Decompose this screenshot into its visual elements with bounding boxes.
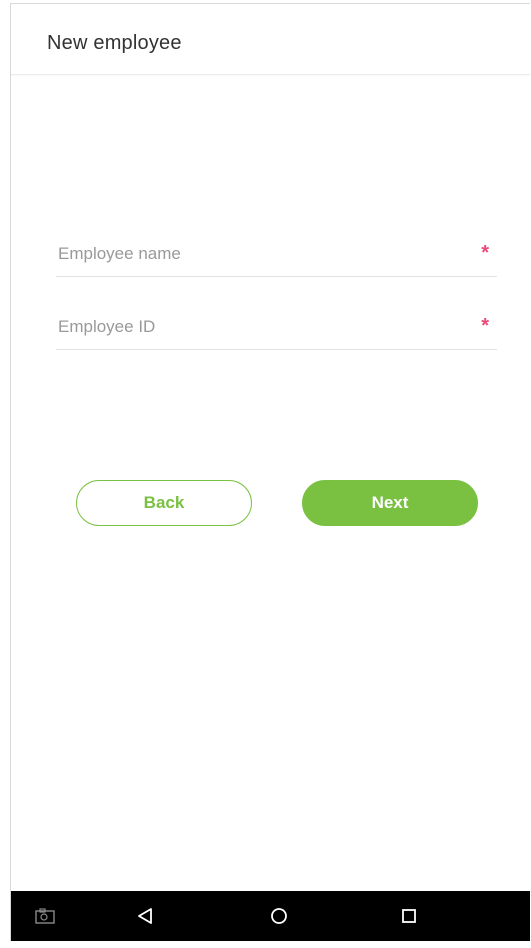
nav-home-button[interactable] [259, 891, 299, 941]
required-asterisk: * [481, 242, 489, 264]
app-screen: New employee * * Back Next [10, 3, 530, 941]
page-title: New employee [47, 32, 182, 54]
employee-id-field: * [56, 307, 497, 350]
next-button[interactable]: Next [302, 480, 478, 526]
employee-name-field: * [56, 234, 497, 277]
required-asterisk: * [481, 315, 489, 337]
recents-square-icon [402, 909, 416, 923]
employee-name-input[interactable] [56, 234, 448, 274]
nav-back-button[interactable] [125, 891, 165, 941]
back-button[interactable]: Back [76, 480, 252, 526]
system-navigation-bar [11, 891, 530, 941]
home-circle-icon [271, 908, 287, 924]
back-triangle-icon [138, 908, 152, 924]
employee-id-input[interactable] [56, 307, 448, 347]
nav-recents-button[interactable] [389, 891, 429, 941]
screenshot-icon [35, 908, 55, 924]
screenshot-button[interactable] [25, 891, 65, 941]
header-bar: New employee [11, 4, 530, 75]
